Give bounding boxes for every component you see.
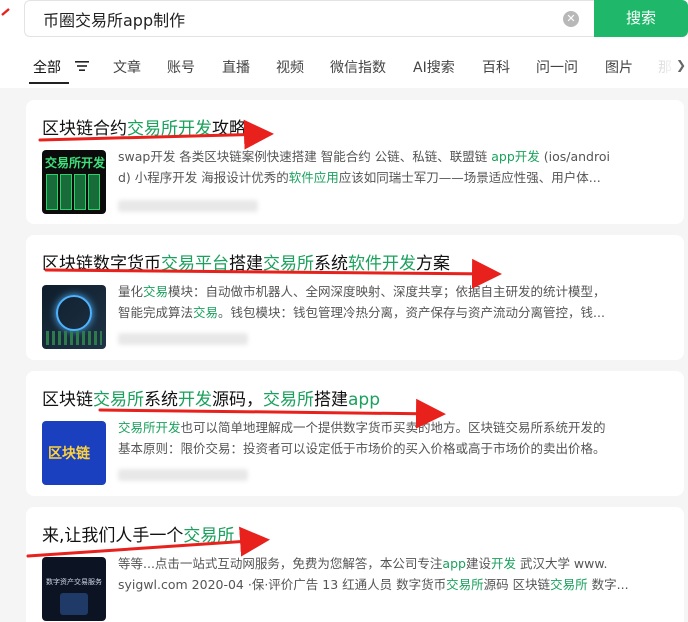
result-title[interactable]: 区块链数字货币交易平台搭建交易所系统软件开发方案 [42, 249, 450, 274]
highlighted-keyword: 交易所 [446, 577, 484, 592]
tab-encyclopedia[interactable]: 百科 [482, 57, 510, 77]
highlighted-keyword: 开发 [490, 556, 516, 571]
highlighted-keyword: app [348, 390, 380, 410]
tab-all[interactable]: 全部 [33, 57, 61, 77]
filter-icon[interactable] [74, 60, 90, 72]
highlighted-keyword: 交易所 [263, 254, 314, 274]
result-thumbnail[interactable] [42, 285, 106, 349]
text-segment: 。钱包模块：钱包管理冷热分离，资产保存与资产流动分离管控，钱... [218, 305, 605, 320]
result-source-blurred [118, 469, 248, 481]
text-segment: swap开发 各类区块链案例快速搭建 智能合约 公链、私链、联盟链 [118, 149, 492, 164]
text-segment: 方案 [416, 254, 450, 274]
chevron-right-icon[interactable]: ❯ [676, 58, 686, 72]
tab-live[interactable]: 直播 [222, 57, 250, 77]
result-thumbnail[interactable]: 数字资产交易服务 [42, 557, 106, 621]
text-segment: 源码， [212, 390, 263, 410]
result-snippet: swap开发 各类区块链案例快速搭建 智能合约 公链、私链、联盟链 app开发 … [118, 146, 668, 188]
text-segment: 搭建 [229, 254, 263, 274]
text-segment: 数字... [587, 577, 629, 592]
text-segment: 攻略 [212, 119, 246, 139]
highlighted-keyword: 交易所 [183, 526, 235, 546]
highlighted-keyword: 交易所 [550, 577, 588, 592]
result-snippet: 量化交易模块：自动做市机器人、全网深度映射、深度共享；依据自主研发的统计模型， … [118, 281, 668, 323]
search-result-card[interactable]: 区块链交易所系统开发源码，交易所搭建app 区块链 交易所开发也可以简单地理解成… [26, 371, 684, 496]
text-segment: 基本原则：限价交易：投资者可以设定低于市场价的买入价格或高于市场价的卖出价格。 [118, 441, 606, 456]
text-segment: 源码 区块链 [483, 577, 551, 592]
tab-accounts[interactable]: 账号 [167, 57, 195, 77]
text-segment: 智能完成算法 [118, 305, 194, 320]
thumbnail-caption: 数字资产交易服务 [46, 578, 102, 586]
thumbnail-caption: 区块链 [48, 446, 90, 462]
result-title[interactable]: 来,让我们人手一个交易所 [42, 521, 234, 546]
text-segment: 也可以简单地理解成一个提供数字货币买卖的地方。区块链交易所系统开发的 [180, 420, 606, 435]
highlighted-keyword: 交易 [143, 284, 169, 299]
text-segment: 区块链合约 [42, 119, 127, 139]
result-snippet: 交易所开发也可以简单地理解成一个提供数字货币买卖的地方。区块链交易所系统开发的 … [118, 417, 668, 459]
result-source-blurred [118, 333, 248, 345]
back-arrow-icon[interactable] [0, 6, 10, 20]
highlighted-keyword: 交易平台 [161, 254, 229, 274]
text-segment: (ios/androi [539, 149, 610, 164]
highlighted-keyword: 交易所 [263, 390, 314, 410]
text-segment: d) 小程序开发 海报设计优秀的 [118, 170, 289, 185]
highlighted-keyword: 交易所 [93, 390, 144, 410]
tab-bar: 全部 文章 账号 直播 视频 微信指数 AI搜索 百科 问一问 图片 那 ❯ [0, 52, 688, 84]
tab-ask[interactable]: 问一问 [536, 57, 578, 77]
search-box: ✕ [24, 0, 594, 37]
tab-video[interactable]: 视频 [276, 57, 304, 77]
result-thumbnail[interactable]: 区块链 [42, 421, 106, 485]
result-source-blurred [118, 200, 258, 212]
search-result-card[interactable]: 来,让我们人手一个交易所 数字资产交易服务 等等...点击一站式互动网服务，免费… [26, 507, 684, 622]
active-tab-underline [29, 82, 69, 84]
highlighted-keyword: app开发 [491, 149, 540, 164]
top-bar: ✕ 搜索 全部 文章 账号 直播 视频 微信指数 AI搜索 百科 问一问 图片 … [0, 0, 688, 88]
search-result-card[interactable]: 区块链数字货币交易平台搭建交易所系统软件开发方案 量化交易模块：自动做市机器人、… [26, 235, 684, 360]
result-title[interactable]: 区块链合约交易所开发攻略 [42, 114, 246, 139]
highlighted-keyword: 交易 [193, 305, 219, 320]
clear-icon[interactable]: ✕ [563, 11, 579, 27]
text-segment: 系统 [314, 254, 348, 274]
text-segment: 量化 [118, 284, 144, 299]
highlighted-keyword: 软件开发 [348, 254, 416, 274]
result-snippet: 等等...点击一站式互动网服务，免费为您解答，本公司专注app建设开发 武汉大学… [118, 553, 668, 595]
tab-images[interactable]: 图片 [605, 57, 633, 77]
result-title[interactable]: 区块链交易所系统开发源码，交易所搭建app [42, 385, 380, 410]
search-result-card[interactable]: 区块链合约交易所开发攻略 交易所开发 swap开发 各类区块链案例快速搭建 智能… [26, 100, 684, 224]
search-input[interactable] [43, 7, 543, 31]
highlighted-keyword: 软件应用 [288, 170, 339, 185]
highlighted-keyword: app [442, 556, 466, 571]
text-segment: 等等...点击一站式互动网服务，免费为您解答，本公司专注 [118, 556, 443, 571]
tab-articles[interactable]: 文章 [113, 57, 141, 77]
text-segment: 区块链 [42, 390, 93, 410]
tab-fade [640, 52, 680, 82]
text-segment: 模块：自动做市机器人、全网深度映射、深度共享；依据自主研发的统计模型， [168, 284, 606, 299]
highlighted-keyword: 开发 [178, 390, 212, 410]
highlighted-keyword: 交易所开发 [118, 420, 181, 435]
tab-ai-search[interactable]: AI搜索 [413, 57, 455, 77]
text-segment: 系统 [144, 390, 178, 410]
result-thumbnail[interactable]: 交易所开发 [42, 150, 106, 214]
tab-wechat-index[interactable]: 微信指数 [330, 57, 386, 77]
search-button[interactable]: 搜索 [594, 0, 688, 37]
text-segment: 搭建 [314, 390, 348, 410]
text-segment: 来,让我们人手一个 [42, 526, 184, 546]
text-segment: 武汉大学 www. [515, 556, 608, 571]
highlighted-keyword: 交易所开发 [127, 119, 212, 139]
text-segment: syigwl.com 2020-04 ·保·评价广告 13 红通人员 数字货币 [118, 577, 447, 592]
text-segment: 应该如同瑞士军刀——场景适应性强、用户体... [338, 170, 601, 185]
thumbnail-caption: 交易所开发 [45, 156, 106, 170]
text-segment: 区块链数字货币 [42, 254, 161, 274]
text-segment: 建设 [465, 556, 491, 571]
